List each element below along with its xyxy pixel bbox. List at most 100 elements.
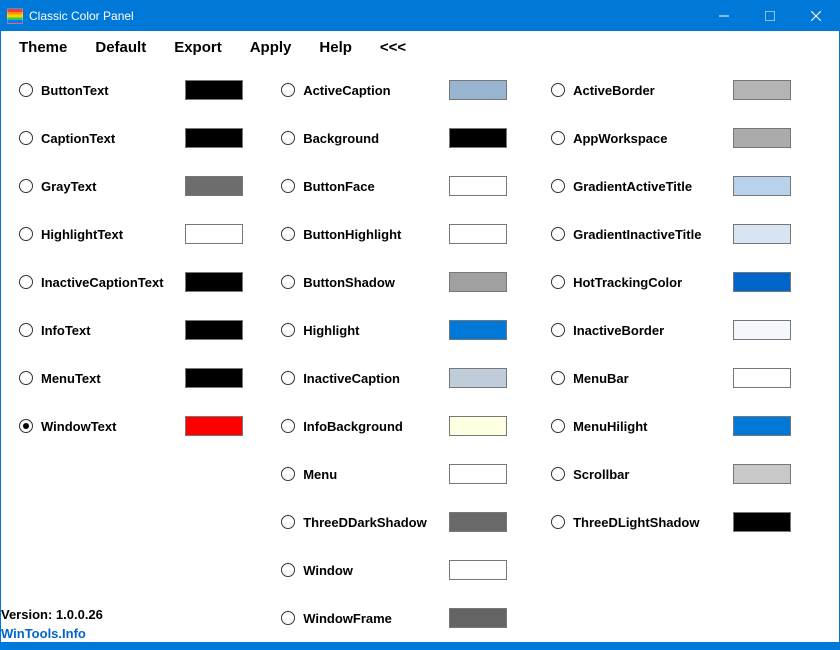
color-swatch[interactable]: [733, 464, 791, 484]
color-label[interactable]: WindowFrame: [303, 611, 445, 626]
color-radio[interactable]: [281, 83, 295, 97]
color-label[interactable]: InfoBackground: [303, 419, 445, 434]
color-swatch[interactable]: [733, 272, 791, 292]
color-radio[interactable]: [281, 467, 295, 481]
color-label[interactable]: InactiveCaption: [303, 371, 445, 386]
color-swatch[interactable]: [449, 272, 507, 292]
color-swatch[interactable]: [185, 224, 243, 244]
color-radio[interactable]: [281, 563, 295, 577]
maximize-button[interactable]: [747, 1, 793, 31]
close-button[interactable]: [793, 1, 839, 31]
color-swatch[interactable]: [733, 128, 791, 148]
color-radio[interactable]: [281, 371, 295, 385]
color-swatch[interactable]: [733, 80, 791, 100]
color-label[interactable]: ThreeDDarkShadow: [303, 515, 445, 530]
color-label[interactable]: InactiveBorder: [573, 323, 729, 338]
color-radio[interactable]: [19, 131, 33, 145]
color-label[interactable]: GrayText: [41, 179, 181, 194]
color-swatch[interactable]: [449, 80, 507, 100]
color-label[interactable]: GradientInactiveTitle: [573, 227, 729, 242]
color-swatch[interactable]: [733, 176, 791, 196]
color-swatch[interactable]: [449, 464, 507, 484]
color-radio[interactable]: [281, 611, 295, 625]
color-radio[interactable]: [281, 131, 295, 145]
color-radio[interactable]: [281, 227, 295, 241]
color-label[interactable]: Highlight: [303, 323, 445, 338]
color-label[interactable]: ButtonText: [41, 83, 181, 98]
color-swatch[interactable]: [449, 224, 507, 244]
color-radio[interactable]: [551, 419, 565, 433]
color-radio[interactable]: [281, 515, 295, 529]
color-label[interactable]: ButtonHighlight: [303, 227, 445, 242]
menu-help[interactable]: Help: [319, 39, 352, 56]
color-swatch[interactable]: [185, 176, 243, 196]
color-swatch[interactable]: [449, 560, 507, 580]
color-radio[interactable]: [551, 179, 565, 193]
color-radio[interactable]: [551, 275, 565, 289]
color-swatch[interactable]: [449, 176, 507, 196]
color-swatch[interactable]: [733, 368, 791, 388]
color-radio[interactable]: [281, 179, 295, 193]
color-swatch[interactable]: [185, 272, 243, 292]
color-radio[interactable]: [551, 467, 565, 481]
menu-export[interactable]: Export: [174, 39, 222, 56]
color-label[interactable]: ButtonShadow: [303, 275, 445, 290]
color-label[interactable]: Scrollbar: [573, 467, 729, 482]
color-label[interactable]: ActiveCaption: [303, 83, 445, 98]
color-swatch[interactable]: [733, 224, 791, 244]
color-swatch[interactable]: [185, 128, 243, 148]
color-radio[interactable]: [551, 131, 565, 145]
color-radio[interactable]: [19, 179, 33, 193]
color-label[interactable]: ActiveBorder: [573, 83, 729, 98]
color-label[interactable]: MenuHilight: [573, 419, 729, 434]
color-radio[interactable]: [551, 515, 565, 529]
color-swatch[interactable]: [733, 416, 791, 436]
color-radio[interactable]: [19, 371, 33, 385]
color-swatch[interactable]: [185, 320, 243, 340]
wintools-link[interactable]: WinTools.Info: [1, 625, 103, 644]
menu-theme[interactable]: Theme: [19, 39, 67, 56]
color-label[interactable]: ButtonFace: [303, 179, 445, 194]
color-swatch[interactable]: [733, 320, 791, 340]
color-radio[interactable]: [281, 323, 295, 337]
color-swatch[interactable]: [185, 416, 243, 436]
color-label[interactable]: Menu: [303, 467, 445, 482]
color-radio[interactable]: [19, 323, 33, 337]
color-label[interactable]: GradientActiveTitle: [573, 179, 729, 194]
color-radio[interactable]: [281, 419, 295, 433]
color-label[interactable]: ThreeDLightShadow: [573, 515, 729, 530]
color-radio[interactable]: [19, 83, 33, 97]
color-swatch[interactable]: [185, 80, 243, 100]
color-label[interactable]: MenuBar: [573, 371, 729, 386]
color-label[interactable]: HotTrackingColor: [573, 275, 729, 290]
color-label[interactable]: MenuText: [41, 371, 181, 386]
minimize-button[interactable]: [701, 1, 747, 31]
color-label[interactable]: HighlightText: [41, 227, 181, 242]
color-label[interactable]: InactiveCaptionText: [41, 275, 181, 290]
color-swatch[interactable]: [185, 368, 243, 388]
color-label[interactable]: Background: [303, 131, 445, 146]
color-swatch[interactable]: [733, 512, 791, 532]
color-swatch[interactable]: [449, 320, 507, 340]
color-radio[interactable]: [551, 227, 565, 241]
color-radio[interactable]: [19, 275, 33, 289]
menu-default[interactable]: Default: [95, 39, 146, 56]
color-swatch[interactable]: [449, 128, 507, 148]
color-label[interactable]: WindowText: [41, 419, 181, 434]
color-label[interactable]: InfoText: [41, 323, 181, 338]
color-radio[interactable]: [551, 83, 565, 97]
menu-collapse[interactable]: <<<: [380, 39, 406, 56]
color-swatch[interactable]: [449, 368, 507, 388]
color-radio[interactable]: [19, 227, 33, 241]
color-radio[interactable]: [551, 323, 565, 337]
color-radio[interactable]: [19, 419, 33, 433]
menu-apply[interactable]: Apply: [250, 39, 292, 56]
color-swatch[interactable]: [449, 512, 507, 532]
color-swatch[interactable]: [449, 416, 507, 436]
color-radio[interactable]: [281, 275, 295, 289]
color-label[interactable]: Window: [303, 563, 445, 578]
color-radio[interactable]: [551, 371, 565, 385]
color-label[interactable]: AppWorkspace: [573, 131, 729, 146]
color-swatch[interactable]: [449, 608, 507, 628]
color-label[interactable]: CaptionText: [41, 131, 181, 146]
